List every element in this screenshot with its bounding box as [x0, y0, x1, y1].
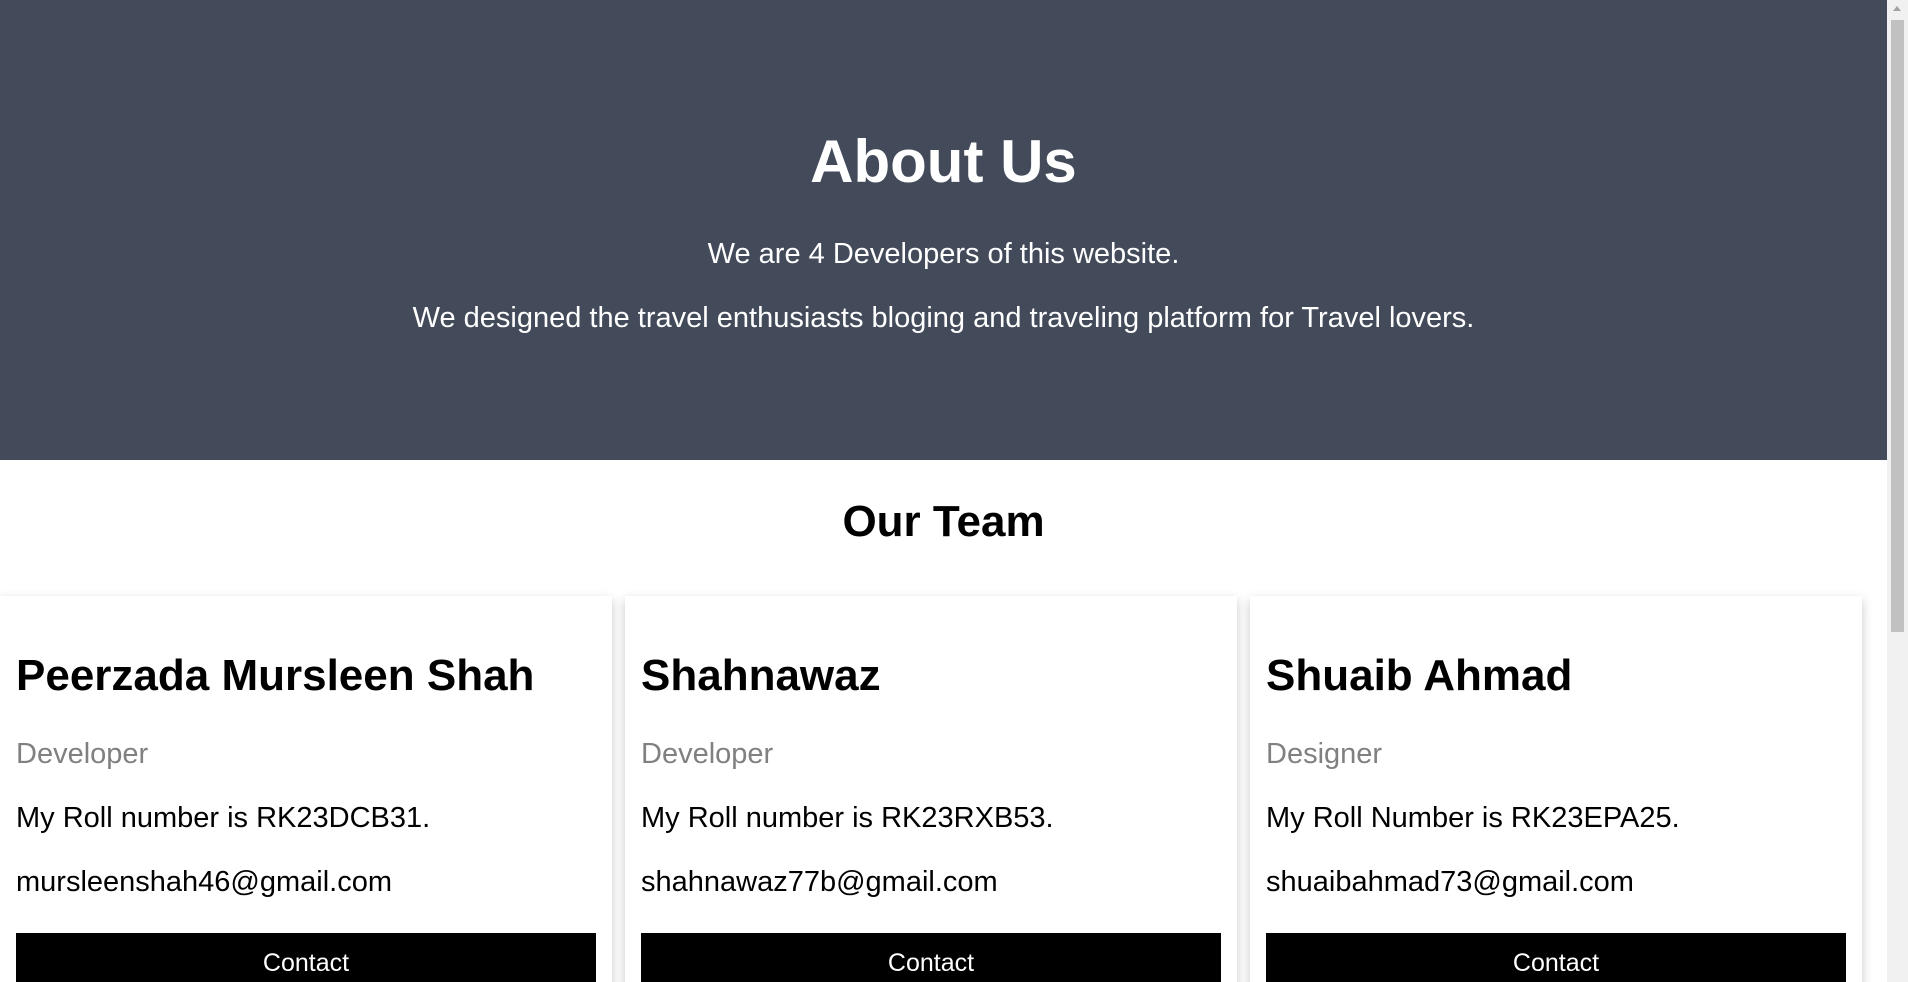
member-email: shuaibahmad73@gmail.com	[1266, 866, 1634, 898]
team-card-shahnawaz: Shahnawaz Developer My Roll number is RK…	[625, 596, 1237, 982]
scroll-up-arrow-icon[interactable]	[1893, 6, 1901, 11]
vertical-scrollbar[interactable]	[1887, 0, 1908, 982]
member-roll-number: My Roll number is RK23RXB53.	[641, 802, 1054, 834]
contact-button[interactable]: Contact	[16, 933, 596, 982]
team-heading: Our Team	[842, 497, 1045, 546]
member-roll-number: My Roll number is RK23DCB31.	[16, 802, 431, 834]
contact-button[interactable]: Contact	[1266, 933, 1846, 982]
member-email: shahnawaz77b@gmail.com	[641, 866, 998, 898]
page-title: About Us	[810, 128, 1077, 195]
member-name: Shuaib Ahmad	[1266, 651, 1573, 700]
member-title: Developer	[16, 738, 149, 770]
member-name: Peerzada Mursleen Shah	[16, 651, 535, 700]
hero-paragraph-1: We are 4 Developers of this website.	[707, 238, 1180, 270]
member-roll-number: My Roll Number is RK23EPA25.	[1266, 802, 1680, 834]
team-card-mursleen: Peerzada Mursleen Shah Developer My Roll…	[0, 596, 612, 982]
page-viewport: About Us We are 4 Developers of this web…	[0, 0, 1887, 982]
member-name: Shahnawaz	[641, 651, 881, 700]
about-hero: About Us We are 4 Developers of this web…	[0, 0, 1887, 460]
team-card-shuaib: Shuaib Ahmad Designer My Roll Number is …	[1250, 596, 1862, 982]
hero-paragraph-2: We designed the travel enthusiasts blogi…	[412, 302, 1475, 334]
member-email: mursleenshah46@gmail.com	[16, 866, 392, 898]
member-title: Developer	[641, 738, 774, 770]
contact-button[interactable]: Contact	[641, 933, 1221, 982]
scrollbar-thumb[interactable]	[1891, 20, 1904, 632]
member-title: Designer	[1266, 738, 1383, 770]
